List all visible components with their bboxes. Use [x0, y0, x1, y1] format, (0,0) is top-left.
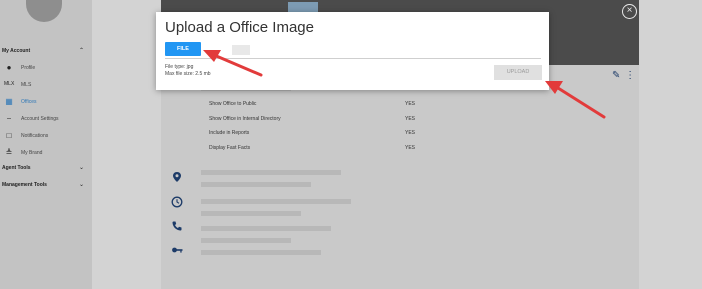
- key-icon: [172, 247, 183, 253]
- person-icon: ●: [6, 63, 12, 72]
- sidebar-item-notifications[interactable]: □ Notifications: [4, 131, 88, 141]
- edit-pencil-icon[interactable]: ✎: [612, 70, 620, 81]
- sidebar-item-label: Offices: [21, 99, 37, 105]
- location-pin-icon: [173, 172, 181, 182]
- file-name-field[interactable]: [232, 45, 250, 55]
- sidebar-item-label: Notifications: [21, 133, 49, 139]
- sidebar: My Account ⌃ ● Profile MLX MLS ▦ Offices…: [0, 0, 92, 289]
- sidebar-item-label: Profile: [21, 65, 36, 71]
- phone-icon: [172, 221, 182, 231]
- setting-value: YES: [405, 145, 416, 151]
- setting-value: YES: [405, 130, 416, 136]
- key-icon: ⎯: [7, 114, 11, 123]
- sidebar-item-profile[interactable]: ● Profile: [4, 63, 88, 73]
- close-icon[interactable]: ×: [622, 4, 637, 19]
- blurred-text: [201, 211, 301, 216]
- section-management-tools[interactable]: Management Tools: [2, 182, 47, 188]
- chevron-down-icon[interactable]: ⌄: [79, 181, 84, 188]
- blurred-text: [201, 250, 321, 255]
- sidebar-item-offices[interactable]: ▦ Offices: [4, 97, 88, 107]
- setting-value: YES: [405, 116, 416, 122]
- upload-office-image-dialog: Upload a Office Image FILE File type: jp…: [156, 12, 549, 90]
- chart-icon: ≜: [5, 148, 13, 157]
- file-type-hint: File type: jpg: [165, 64, 194, 70]
- section-agent-tools[interactable]: Agent Tools: [2, 165, 31, 171]
- sidebar-item-label: Account Settings: [21, 116, 59, 122]
- file-button[interactable]: FILE: [165, 42, 201, 56]
- blurred-text: [201, 199, 351, 204]
- setting-value: YES: [405, 101, 416, 107]
- setting-label: Show Office to Public: [209, 101, 257, 107]
- setting-label: Include in Reports: [209, 130, 250, 136]
- setting-label: Show Office in Internal Directory: [209, 116, 281, 122]
- blurred-text: [201, 170, 341, 175]
- section-my-account[interactable]: My Account: [2, 48, 30, 54]
- divider: [165, 58, 541, 59]
- blurred-text: [201, 226, 331, 231]
- sidebar-item-label: MLS: [21, 82, 32, 88]
- panel-actions: ✎ ⋮: [612, 70, 635, 81]
- setting-label: Display Fast Facts: [209, 145, 251, 151]
- sidebar-item-account-settings[interactable]: ⎯ Account Settings: [4, 114, 88, 124]
- chevron-down-icon[interactable]: ⌄: [79, 164, 84, 171]
- avatar[interactable]: [26, 0, 62, 22]
- max-file-size-hint: Max file size: 2.5 mb: [165, 71, 211, 77]
- clock-icon: [171, 196, 183, 208]
- offices-icon: ▦: [5, 97, 13, 106]
- blurred-text: [201, 238, 291, 243]
- blurred-text: [201, 182, 311, 187]
- dialog-title: Upload a Office Image: [165, 19, 314, 36]
- sidebar-item-label: My Brand: [21, 150, 43, 156]
- chevron-up-icon[interactable]: ⌃: [79, 47, 84, 54]
- sidebar-item-mls[interactable]: MLX MLS: [4, 80, 88, 90]
- more-options-icon[interactable]: ⋮: [625, 70, 635, 81]
- upload-button[interactable]: UPLOAD: [494, 65, 542, 80]
- chat-bubble-icon: □: [6, 131, 12, 140]
- sidebar-item-my-brand[interactable]: ≜ My Brand: [4, 148, 88, 158]
- mls-icon: MLX: [4, 81, 15, 87]
